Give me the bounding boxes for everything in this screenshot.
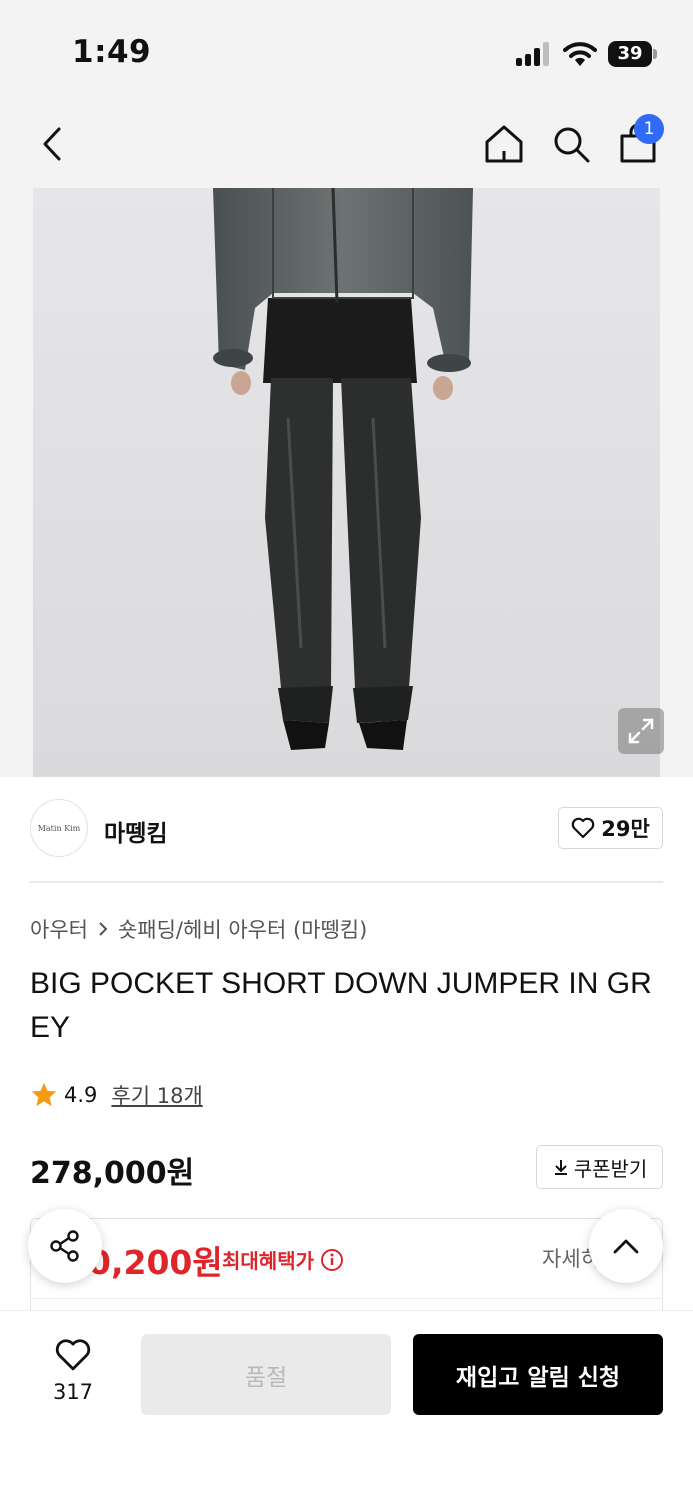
- reviews-link[interactable]: 후기 18개: [111, 1080, 202, 1110]
- home-icon[interactable]: [478, 118, 530, 170]
- wifi-icon: [563, 42, 597, 66]
- brand-logo[interactable]: Matin Kim: [30, 799, 88, 857]
- benefit-price: 0,200원: [88, 1243, 223, 1282]
- chevron-up-icon: [613, 1239, 639, 1254]
- product-photo[interactable]: [33, 188, 660, 777]
- divider: [30, 881, 663, 883]
- download-icon: [554, 1160, 567, 1175]
- coupon-button[interactable]: 쿠폰받기: [536, 1145, 663, 1189]
- search-icon[interactable]: [545, 118, 597, 170]
- brand-like-button[interactable]: 29만: [558, 807, 663, 849]
- brand-name[interactable]: 마뗑킴: [104, 814, 167, 848]
- top-nav: [0, 100, 693, 188]
- product-price: 278,000원: [30, 1156, 195, 1191]
- expand-icon[interactable]: [618, 708, 664, 754]
- heart-icon: [571, 817, 595, 839]
- battery-cap: [653, 49, 657, 59]
- back-icon[interactable]: [26, 118, 78, 170]
- chevron-right-icon: [99, 922, 108, 936]
- cart-count-badge: 1: [634, 114, 664, 144]
- star-icon: [31, 1082, 57, 1107]
- rating-value: 4.9: [64, 1083, 98, 1107]
- brand-like-count: 29만: [601, 817, 650, 841]
- rating-row: 4.9 후기 18개: [30, 1080, 203, 1110]
- breadcrumb-category[interactable]: 아우터: [30, 914, 88, 944]
- status-bar: 1:49 39: [0, 0, 693, 100]
- soldout-button: 품절: [141, 1334, 391, 1415]
- share-icon: [50, 1230, 79, 1262]
- heart-icon: [55, 1339, 91, 1371]
- benefit-label-text: 최대혜택가: [222, 1249, 314, 1273]
- product-title: BIG POCKET SHORT DOWN JUMPER IN GREY: [30, 967, 652, 1044]
- product-photo-illustration: [33, 188, 660, 777]
- product-image-area: [0, 188, 693, 777]
- wish-count: 317: [52, 1380, 94, 1404]
- share-button[interactable]: [28, 1209, 102, 1283]
- benefit-label: 최대혜택가: [222, 1245, 344, 1274]
- cellular-signal-icon: [516, 42, 554, 66]
- status-time: 1:49: [72, 34, 152, 70]
- coupon-label: 쿠폰받기: [573, 1156, 648, 1181]
- scroll-top-button[interactable]: [589, 1209, 663, 1283]
- wish-button[interactable]: 317: [42, 1338, 104, 1404]
- info-icon[interactable]: [320, 1248, 344, 1272]
- breadcrumb-subcategory[interactable]: 숏패딩/헤비 아우터 (마뗑킴): [118, 914, 367, 944]
- breadcrumb: 아우터 숏패딩/헤비 아우터 (마뗑킴): [30, 914, 367, 944]
- benefit-divider: [30, 1298, 663, 1299]
- brand-row: Matin Kim 마뗑킴 29만: [30, 799, 663, 859]
- restock-alert-button[interactable]: 재입고 알림 신청: [413, 1334, 663, 1415]
- battery-icon: 39: [608, 41, 652, 67]
